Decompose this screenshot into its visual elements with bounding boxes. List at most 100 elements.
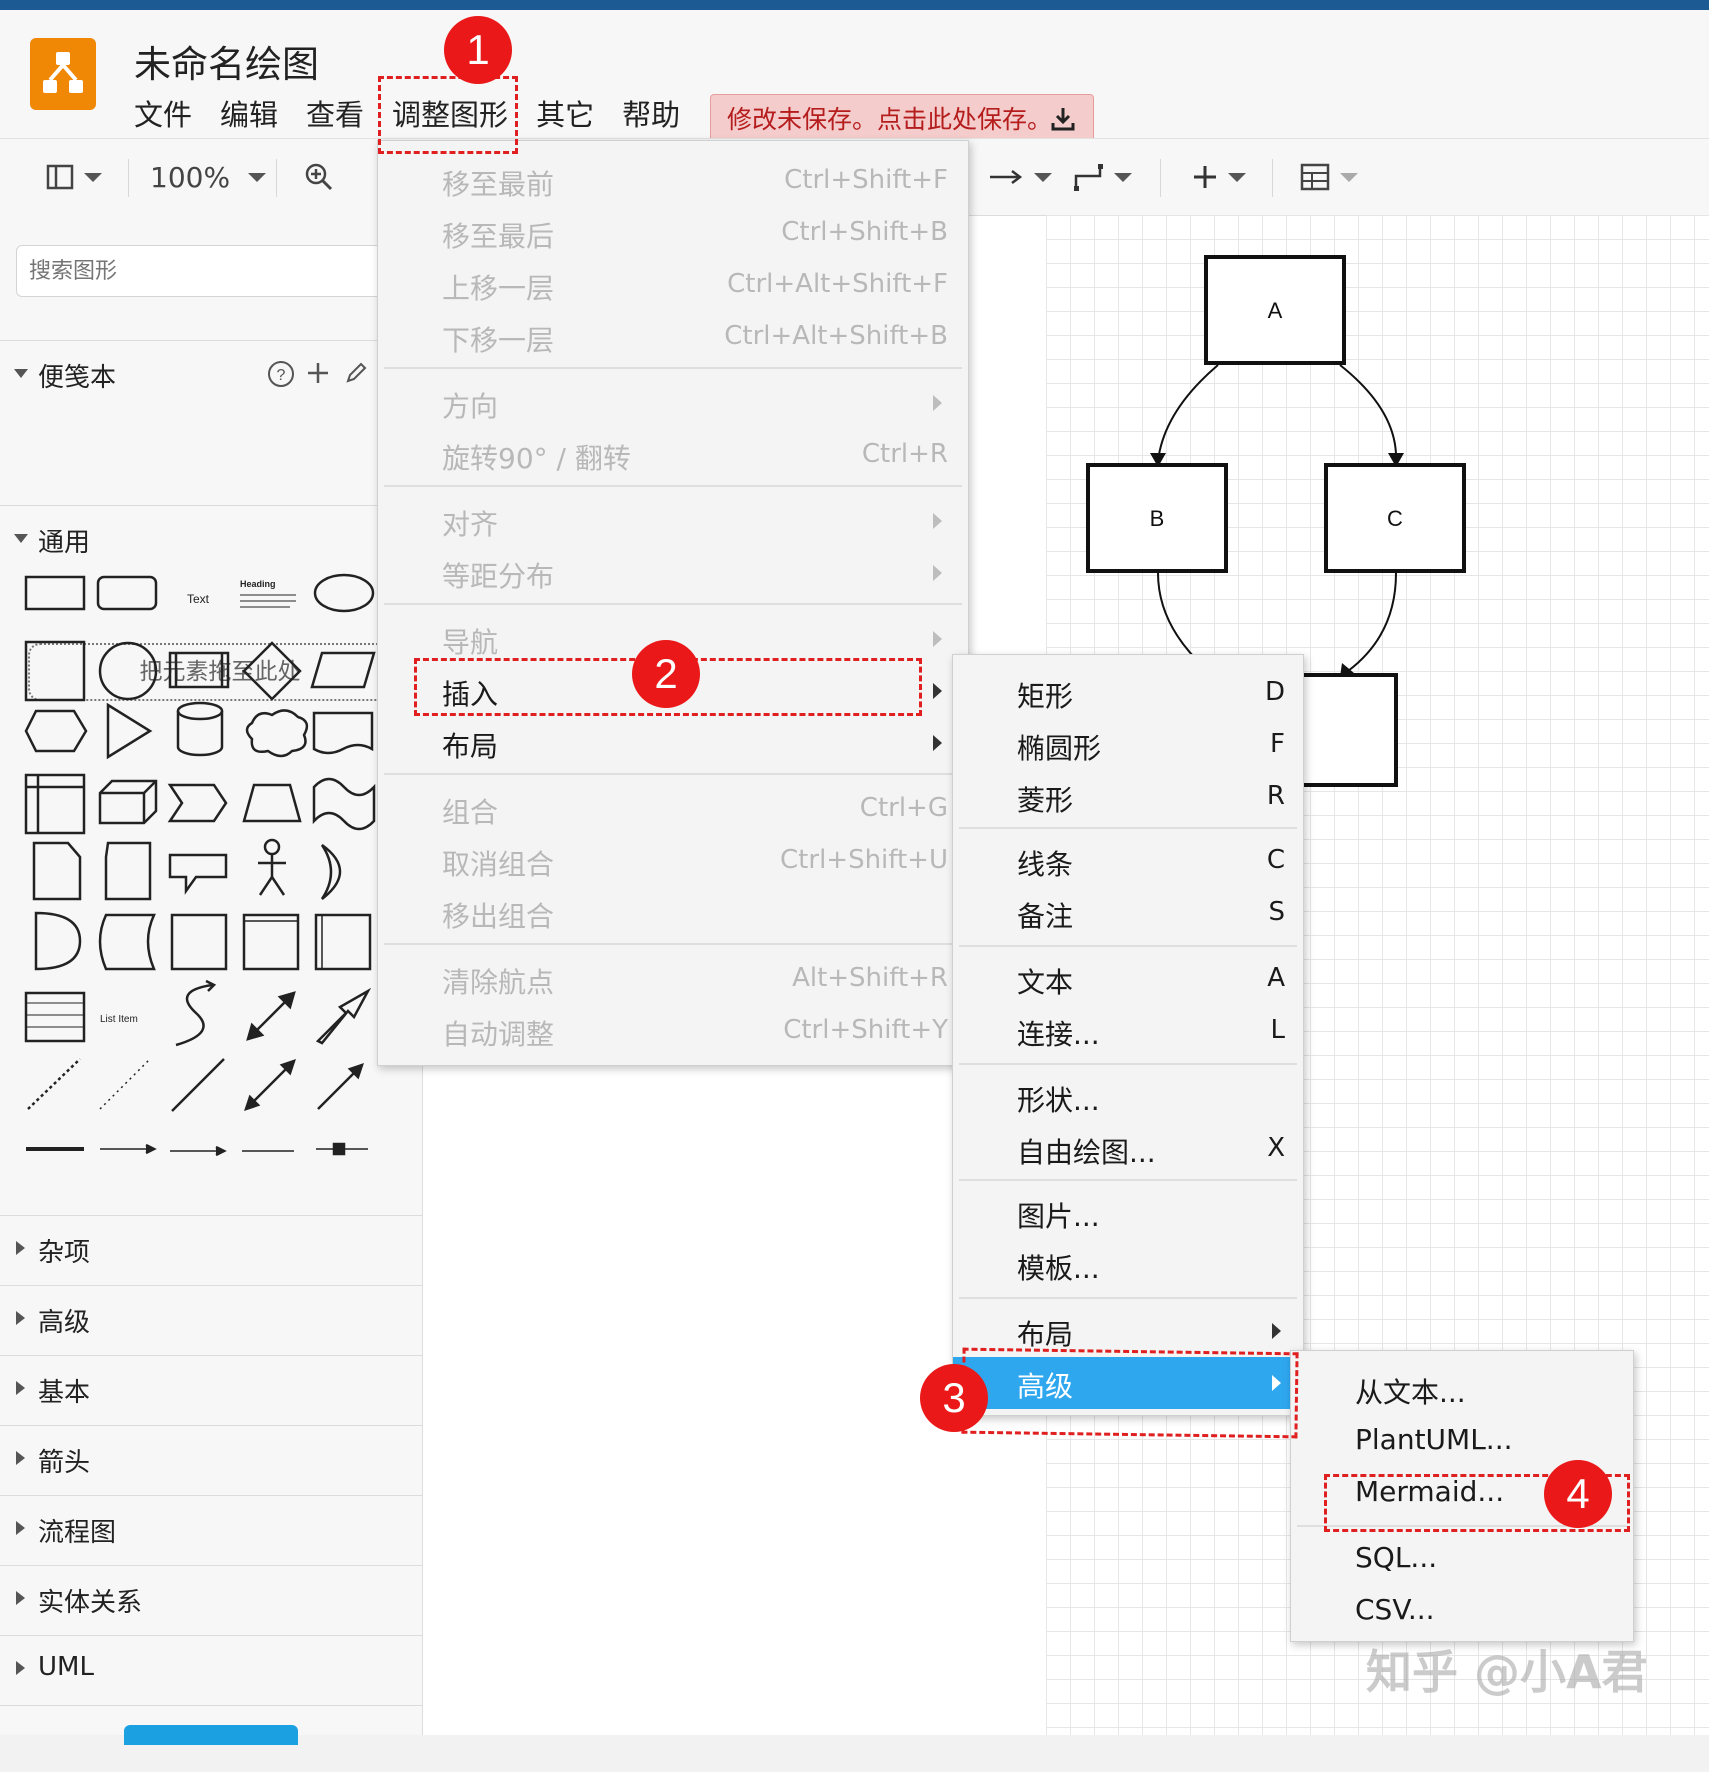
menu-item-label: 备注: [1017, 900, 1074, 933]
menu-item-note[interactable]: 备注 S: [953, 887, 1303, 939]
menu-item-image[interactable]: 图片...: [953, 1187, 1303, 1239]
menu-item-label: 移至最前: [442, 168, 555, 201]
section-flowchart[interactable]: 流程图: [0, 1495, 422, 1562]
zoom-dropdown[interactable]: 100%: [150, 157, 267, 197]
menu-separator: [959, 827, 1297, 829]
search-shapes-input[interactable]: [16, 245, 396, 297]
menu-separator: [384, 367, 962, 369]
menu-item-autosize[interactable]: 自动调整 Ctrl+Shift+Y: [378, 1005, 968, 1057]
menu-item-label: PlantUML...: [1355, 1423, 1513, 1456]
menu-item-link[interactable]: 连接... L: [953, 1005, 1303, 1057]
section-scratchpad[interactable]: 便笺本 ?: [0, 340, 422, 407]
menu-item-from-text[interactable]: 从文本...: [1291, 1363, 1633, 1415]
menu-item-shortcut: Ctrl+Shift+Y: [783, 1015, 948, 1045]
menu-item-rectangle[interactable]: 矩形 D: [953, 667, 1303, 719]
menu-item-shortcut: L: [1270, 1015, 1286, 1045]
zoom-in-icon: [305, 163, 333, 191]
edge-a-b[interactable]: [1157, 364, 1219, 462]
menu-item-label: 从文本...: [1355, 1376, 1466, 1409]
menu-item-distribute[interactable]: 等距分布: [378, 547, 968, 599]
menu-help[interactable]: 帮助: [608, 92, 694, 138]
section-uml[interactable]: UML: [0, 1635, 422, 1702]
chevron-right-icon: [16, 1591, 25, 1605]
section-entity-relation[interactable]: 实体关系: [0, 1565, 422, 1632]
text-shape-label: Text: [187, 592, 210, 606]
node-b-label: B: [1150, 506, 1165, 531]
menu-item-ungroup[interactable]: 取消组合 Ctrl+Shift+U: [378, 835, 968, 887]
insert-dropdown[interactable]: [1192, 157, 1246, 197]
menu-item-bring-to-front[interactable]: 移至最前 Ctrl+Shift+F: [378, 155, 968, 207]
section-advanced[interactable]: 高级: [0, 1285, 422, 1352]
menu-item-plantuml[interactable]: PlantUML...: [1291, 1415, 1633, 1467]
menu-item-group[interactable]: 组合 Ctrl+G: [378, 783, 968, 835]
menu-item-csv[interactable]: CSV...: [1291, 1585, 1633, 1637]
more-shapes-button[interactable]: [124, 1725, 298, 1745]
menu-item-send-to-back[interactable]: 移至最后 Ctrl+Shift+B: [378, 207, 968, 259]
plus-icon[interactable]: [306, 361, 330, 385]
chevron-right-icon: [933, 565, 942, 581]
connection-style-dropdown[interactable]: [988, 157, 1052, 197]
toolbar-divider: [1272, 159, 1273, 197]
chevron-down-icon: [248, 172, 267, 182]
edit-pencil-icon[interactable]: [344, 361, 368, 385]
menu-item-shapes[interactable]: 形状...: [953, 1071, 1303, 1123]
chevron-right-icon: [16, 1451, 25, 1465]
chevron-down-icon: [14, 369, 28, 378]
menu-item-send-backward[interactable]: 下移一层 Ctrl+Alt+Shift+B: [378, 311, 968, 363]
menu-item-bring-forward[interactable]: 上移一层 Ctrl+Alt+Shift+F: [378, 259, 968, 311]
section-label: 通用: [38, 528, 91, 558]
menu-item-line[interactable]: 线条 C: [953, 835, 1303, 887]
header: 未命名绘图 文件 编辑 查看 调整图形 其它 帮助 修改未保存。点击此处保存。: [0, 10, 1709, 144]
menu-item-align[interactable]: 对齐: [378, 495, 968, 547]
menu-item-label: 模板...: [1017, 1252, 1100, 1285]
menu-extras[interactable]: 其它: [522, 92, 608, 138]
menu-item-sql[interactable]: SQL...: [1291, 1533, 1633, 1585]
unsaved-changes-banner[interactable]: 修改未保存。点击此处保存。: [710, 94, 1094, 144]
chevron-right-icon: [933, 395, 942, 411]
menu-separator: [384, 943, 962, 945]
menu-item-layout[interactable]: 布局: [378, 717, 968, 769]
menu-item-clear-waypoints[interactable]: 清除航点 Alt+Shift+R: [378, 953, 968, 1005]
menu-item-shortcut: Ctrl+G: [859, 793, 948, 823]
section-general[interactable]: 通用: [0, 505, 422, 572]
table-dropdown[interactable]: [1300, 157, 1358, 197]
step-badge-4: 4: [1544, 1460, 1612, 1528]
menu-item-shortcut: D: [1264, 677, 1285, 707]
menu-item-remove-from-group[interactable]: 移出组合: [378, 887, 968, 939]
zoom-in-button[interactable]: [304, 157, 334, 197]
edge-c-d[interactable]: [1347, 572, 1397, 672]
toolbar-divider: [128, 159, 129, 197]
chevron-right-icon: [16, 1381, 25, 1395]
menu-edit[interactable]: 编辑: [206, 92, 292, 138]
menu-item-rotate-flip[interactable]: 旋转90° / 翻转 Ctrl+R: [378, 429, 968, 481]
format-panel-toggle[interactable]: [46, 157, 102, 197]
sidebar-panel-icon: [46, 164, 74, 190]
section-misc[interactable]: 杂项: [0, 1215, 422, 1282]
menu-item-label: 矩形: [1017, 680, 1074, 713]
section-arrows[interactable]: 箭头: [0, 1425, 422, 1492]
section-basic[interactable]: 基本: [0, 1355, 422, 1422]
arrange-menu: 移至最前 Ctrl+Shift+F 移至最后 Ctrl+Shift+B 上移一层 Ct…: [377, 140, 969, 1066]
section-label: 杂项: [38, 1238, 91, 1268]
edge-a-c[interactable]: [1339, 364, 1398, 462]
help-icon[interactable]: ?: [266, 359, 296, 389]
chevron-right-icon: [1272, 1323, 1281, 1339]
menu-separator: [959, 1179, 1297, 1181]
annotation-box-advanced: [961, 1347, 1299, 1439]
menu-item-direction[interactable]: 方向: [378, 377, 968, 429]
menu-item-label: 自由绘图...: [1017, 1136, 1156, 1169]
menu-item-template[interactable]: 模板...: [953, 1239, 1303, 1291]
menu-item-rhombus[interactable]: 菱形 R: [953, 771, 1303, 823]
menu-separator: [384, 773, 962, 775]
waypoints-dropdown[interactable]: [1074, 157, 1132, 197]
document-title[interactable]: 未命名绘图: [134, 34, 319, 88]
menu-view[interactable]: 查看: [292, 92, 378, 138]
step-badge-3: 3: [920, 1364, 988, 1432]
diagram-logo-icon: [43, 52, 83, 93]
menu-item-ellipse[interactable]: 椭圆形 F: [953, 719, 1303, 771]
menu-file[interactable]: 文件: [120, 92, 206, 138]
menu-item-freehand[interactable]: 自由绘图... X: [953, 1123, 1303, 1175]
menu-item-text[interactable]: 文本 A: [953, 953, 1303, 1005]
menu-item-shortcut: Ctrl+Shift+U: [780, 845, 948, 875]
chevron-right-icon: [933, 735, 942, 751]
